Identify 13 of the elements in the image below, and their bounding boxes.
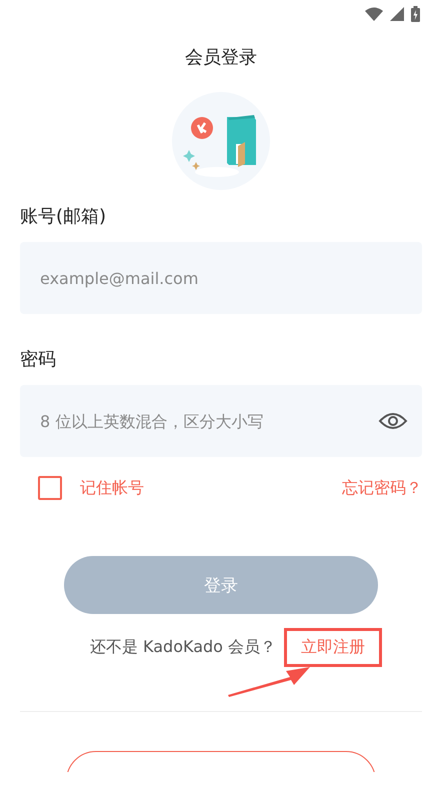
eye-icon[interactable] [378,411,408,431]
register-prompt: 还不是 KadoKado 会员？ [90,637,276,658]
page-title: 会员登录 [184,46,258,70]
remember-checkbox[interactable] [38,476,62,500]
remember-label: 记住帐号 [80,478,144,498]
wifi-icon [365,7,383,21]
password-label: 密码 [20,348,57,372]
account-label: 账号(邮箱) [20,205,108,229]
battery-icon [411,6,420,22]
email-field[interactable]: example@mail.com [20,242,422,314]
password-field[interactable]: 8 位以上英数混合，区分大小写 [20,385,422,457]
signal-icon [390,7,404,21]
forgot-password-link[interactable]: 忘记密码？ [342,478,422,498]
